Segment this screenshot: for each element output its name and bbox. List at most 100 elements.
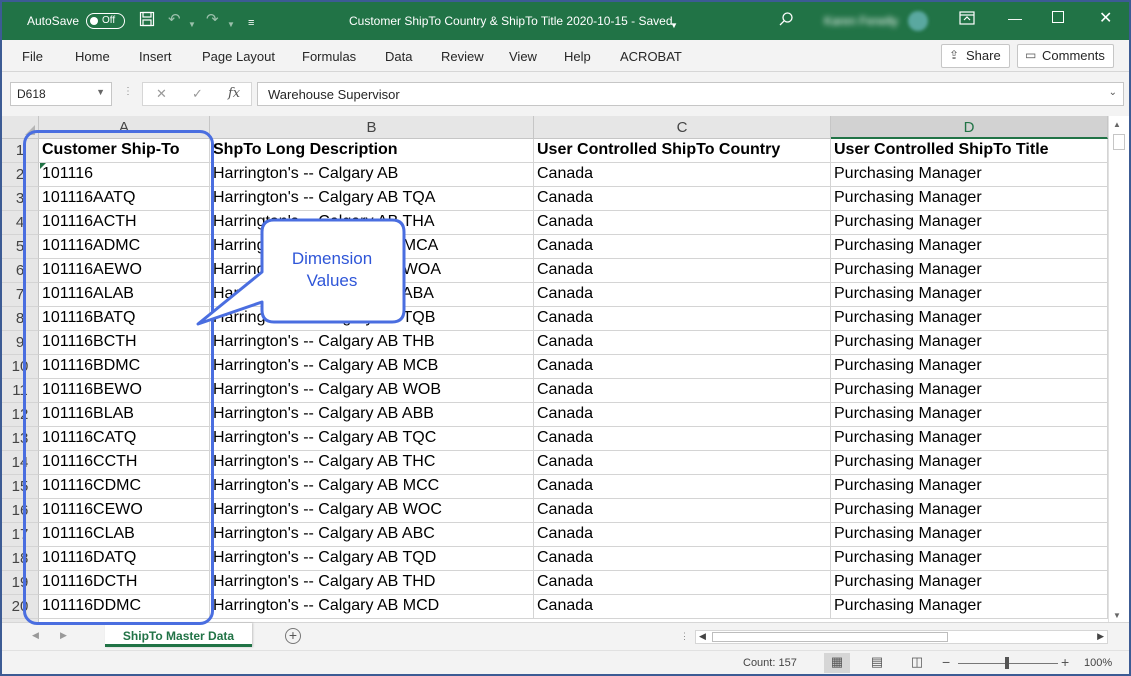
row-header[interactable]: 12 bbox=[2, 403, 39, 427]
zoom-out-icon[interactable]: − bbox=[942, 654, 950, 670]
tab-home[interactable]: Home bbox=[75, 49, 110, 64]
row-header[interactable]: 6 bbox=[2, 259, 39, 283]
table-cell[interactable]: 101116DCTH bbox=[39, 571, 210, 595]
table-cell[interactable]: Purchasing Manager bbox=[831, 331, 1108, 355]
scroll-up-icon[interactable]: ▲ bbox=[1113, 120, 1121, 129]
table-cell[interactable]: Purchasing Manager bbox=[831, 427, 1108, 451]
table-cell[interactable]: 101116CCTH bbox=[39, 451, 210, 475]
table-cell[interactable]: Canada bbox=[534, 211, 831, 235]
table-cell[interactable]: Harrington's -- Calgary AB THD bbox=[210, 571, 534, 595]
zoom-level[interactable]: 100% bbox=[1084, 657, 1112, 669]
table-cell[interactable]: 101116BEWO bbox=[39, 379, 210, 403]
table-cell[interactable]: Canada bbox=[534, 475, 831, 499]
zoom-in-icon[interactable]: + bbox=[1061, 654, 1069, 670]
table-cell[interactable]: Harrington's -- Calgary AB TQD bbox=[210, 547, 534, 571]
table-cell[interactable]: Canada bbox=[534, 283, 831, 307]
minimize-icon[interactable]: — bbox=[1008, 10, 1022, 26]
column-header-b[interactable]: B bbox=[210, 116, 534, 139]
column-title-cell[interactable]: Customer Ship-To bbox=[39, 139, 210, 163]
table-cell[interactable]: Purchasing Manager bbox=[831, 211, 1108, 235]
row-header[interactable]: 19 bbox=[2, 571, 39, 595]
maximize-icon[interactable] bbox=[1052, 10, 1064, 26]
tab-file[interactable]: File bbox=[22, 49, 43, 64]
tab-acrobat[interactable]: ACROBAT bbox=[620, 49, 682, 64]
column-header-d[interactable]: D bbox=[831, 116, 1108, 139]
scroll-right-icon[interactable]: ▶ bbox=[1097, 631, 1104, 642]
customize-toolbar-icon[interactable]: ≡ bbox=[248, 14, 254, 32]
column-header-c[interactable]: C bbox=[534, 116, 831, 139]
comments-button[interactable]: ▭ Comments bbox=[1017, 44, 1114, 68]
zoom-slider-thumb[interactable] bbox=[1005, 657, 1009, 669]
row-header[interactable]: 2 bbox=[2, 163, 39, 187]
scroll-down-icon[interactable]: ▼ bbox=[1113, 611, 1121, 620]
undo-icon[interactable]: ↶ bbox=[168, 11, 181, 29]
page-break-view-icon[interactable]: ◫ bbox=[904, 653, 930, 673]
expand-formula-icon[interactable]: ⌄ bbox=[1109, 87, 1117, 98]
scroll-left-icon[interactable]: ◀ bbox=[699, 631, 706, 642]
row-header[interactable]: 8 bbox=[2, 307, 39, 331]
save-icon[interactable] bbox=[139, 11, 155, 32]
vertical-scrollbar[interactable]: ▲ ▼ bbox=[1108, 116, 1129, 622]
table-cell[interactable]: 101116DDMC bbox=[39, 595, 210, 619]
row-header[interactable]: 9 bbox=[2, 331, 39, 355]
table-cell[interactable]: Canada bbox=[534, 331, 831, 355]
table-cell[interactable]: Harrington's -- Calgary AB THA bbox=[210, 211, 534, 235]
table-cell[interactable]: 101116CATQ bbox=[39, 427, 210, 451]
table-cell[interactable]: 101116CEWO bbox=[39, 499, 210, 523]
table-cell[interactable]: Harrington's -- Calgary AB MCB bbox=[210, 355, 534, 379]
table-cell[interactable]: Purchasing Manager bbox=[831, 547, 1108, 571]
table-cell[interactable]: 101116BCTH bbox=[39, 331, 210, 355]
tab-data[interactable]: Data bbox=[385, 49, 412, 64]
table-cell[interactable]: Purchasing Manager bbox=[831, 163, 1108, 187]
tab-view[interactable]: View bbox=[509, 49, 537, 64]
redo-icon[interactable]: ↷ bbox=[206, 11, 219, 29]
column-title-cell[interactable]: ShpTo Long Description bbox=[210, 139, 534, 163]
table-cell[interactable]: 101116AEWO bbox=[39, 259, 210, 283]
table-cell[interactable]: Harrington's -- Calgary AB MCC bbox=[210, 475, 534, 499]
table-cell[interactable]: 101116CLAB bbox=[39, 523, 210, 547]
formula-input[interactable]: Warehouse Supervisor ⌄ bbox=[257, 82, 1124, 106]
row-header[interactable]: 15 bbox=[2, 475, 39, 499]
row-header[interactable]: 4 bbox=[2, 211, 39, 235]
worksheet-grid[interactable]: ▲ ▼ A B C D 1 Customer Ship-To ShpTo Long Desc… bbox=[2, 116, 1129, 622]
table-cell[interactable]: Purchasing Manager bbox=[831, 451, 1108, 475]
table-cell[interactable]: Purchasing Manager bbox=[831, 523, 1108, 547]
vertical-scroll-thumb[interactable] bbox=[1113, 134, 1125, 150]
table-cell[interactable]: 101116BDMC bbox=[39, 355, 210, 379]
table-cell[interactable]: Purchasing Manager bbox=[831, 235, 1108, 259]
name-box[interactable]: D618 ▼ bbox=[10, 82, 112, 106]
table-cell[interactable]: Canada bbox=[534, 307, 831, 331]
table-cell[interactable]: Canada bbox=[534, 235, 831, 259]
row-header[interactable]: 3 bbox=[2, 187, 39, 211]
table-cell[interactable]: Canada bbox=[534, 547, 831, 571]
row-header[interactable]: 14 bbox=[2, 451, 39, 475]
horizontal-scroll-thumb[interactable] bbox=[712, 632, 948, 642]
table-cell[interactable]: 101116CDMC bbox=[39, 475, 210, 499]
normal-view-icon[interactable]: ▦ bbox=[824, 653, 850, 673]
user-avatar[interactable] bbox=[908, 11, 928, 31]
next-sheet-icon[interactable]: ▶ bbox=[60, 630, 67, 641]
table-cell[interactable]: Canada bbox=[534, 523, 831, 547]
table-cell[interactable]: 101116ADMC bbox=[39, 235, 210, 259]
table-cell[interactable]: Purchasing Manager bbox=[831, 595, 1108, 619]
row-header[interactable]: 11 bbox=[2, 379, 39, 403]
sheet-tab-shipto-master-data[interactable]: ShipTo Master Data bbox=[105, 623, 252, 647]
row-header[interactable]: 16 bbox=[2, 499, 39, 523]
table-cell[interactable]: Harrington's -- Calgary AB TQC bbox=[210, 427, 534, 451]
enter-icon[interactable]: ✓ bbox=[192, 86, 203, 102]
column-header-a[interactable]: A bbox=[39, 116, 210, 139]
table-cell[interactable]: Purchasing Manager bbox=[831, 283, 1108, 307]
table-cell[interactable]: Harrington's -- Calgary AB THC bbox=[210, 451, 534, 475]
table-cell[interactable]: 101116ALAB bbox=[39, 283, 210, 307]
table-cell[interactable]: Purchasing Manager bbox=[831, 307, 1108, 331]
autosave-toggle[interactable]: Off bbox=[86, 13, 125, 29]
table-cell[interactable]: Harrington's -- Calgary AB WOB bbox=[210, 379, 534, 403]
table-cell[interactable]: Canada bbox=[534, 259, 831, 283]
close-icon[interactable]: ✕ bbox=[1099, 8, 1112, 28]
tab-page-layout[interactable]: Page Layout bbox=[202, 49, 275, 64]
table-cell[interactable]: Harrington's -- Calgary AB THB bbox=[210, 331, 534, 355]
table-cell[interactable]: Harrington's -- Calgary AB ABB bbox=[210, 403, 534, 427]
add-sheet-icon[interactable]: + bbox=[285, 628, 301, 644]
redo-dropdown-icon[interactable]: ▼ bbox=[227, 16, 235, 34]
table-cell[interactable]: Purchasing Manager bbox=[831, 187, 1108, 211]
